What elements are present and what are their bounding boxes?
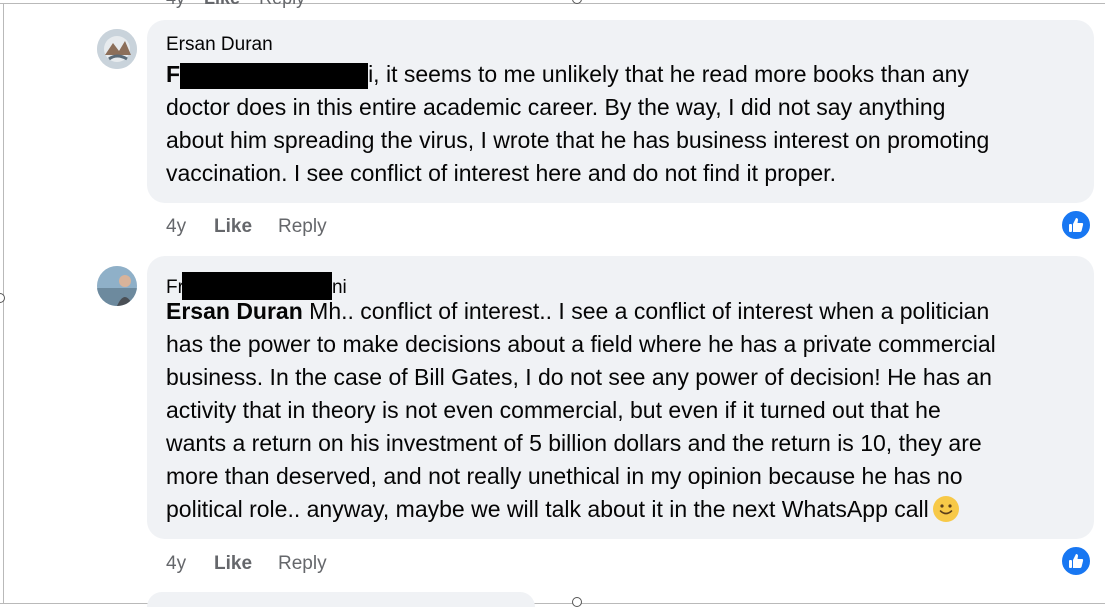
- frame-left-line: [3, 3, 4, 603]
- previous-comment-age: 4y: [166, 0, 185, 8]
- smiley-emoji-icon: [932, 496, 959, 522]
- mentioned-user[interactable]: F: [166, 61, 369, 89]
- previous-like-button[interactable]: Like: [204, 0, 240, 8]
- like-button[interactable]: Like: [214, 216, 278, 238]
- comment-line: activity that in theory is not even comm…: [166, 397, 941, 423]
- comment-thread: 4y Like Reply Ersan Duran Fi, it seems t…: [0, 0, 1105, 607]
- comment-line: political role.. anyway, maybe we will t…: [166, 493, 996, 526]
- comment-line: doctor does in this entire academic care…: [166, 94, 946, 120]
- comment-line: Fi, it seems to me unlikely that he read…: [166, 61, 969, 89]
- reply-button[interactable]: Reply: [278, 216, 327, 238]
- comment-line: wants a return on his investment of 5 bi…: [166, 430, 982, 456]
- thumbs-up-icon: [1069, 554, 1084, 568]
- comment-line: Ersan Duran Mh.. conflict of interest.. …: [166, 298, 990, 324]
- profile-photo-icon: [97, 29, 137, 69]
- resize-handle-bottom[interactable]: [572, 597, 582, 607]
- avatar[interactable]: [97, 29, 137, 69]
- avatar[interactable]: [97, 266, 137, 306]
- comment-line: business. In the case of Bill Gates, I d…: [166, 364, 992, 390]
- comment-line: vaccination. I see conflict of interest …: [166, 160, 836, 186]
- resize-handle-left[interactable]: [0, 293, 5, 303]
- previous-comment-actions: 4y Like Reply: [166, 0, 319, 9]
- comment-line: more than deserved, and not really uneth…: [166, 463, 963, 489]
- like-reaction-icon[interactable]: [1060, 545, 1092, 577]
- next-comment-bubble: [147, 592, 535, 607]
- like-reaction-icon[interactable]: [1060, 209, 1092, 241]
- profile-photo-icon: [97, 266, 137, 306]
- comment-age[interactable]: 4y: [166, 553, 214, 575]
- comment-actions: 4y Like Reply: [166, 216, 327, 238]
- comment-age[interactable]: 4y: [166, 216, 214, 238]
- redaction-box: [180, 62, 369, 89]
- reply-button[interactable]: Reply: [278, 553, 327, 575]
- like-button[interactable]: Like: [214, 553, 278, 575]
- comment-line: about him spreading the virus, I wrote t…: [166, 127, 990, 153]
- previous-reply-button[interactable]: Reply: [259, 0, 305, 8]
- comment-line: has the power to make decisions about a …: [166, 331, 996, 357]
- comment-text: Ersan Duran Mh.. conflict of interest.. …: [166, 295, 996, 526]
- comment-actions: 4y Like Reply: [166, 553, 327, 575]
- thumbs-up-icon: [1069, 218, 1084, 232]
- comment-text: Fi, it seems to me unlikely that he read…: [166, 58, 989, 190]
- comment-author[interactable]: Ersan Duran: [166, 34, 273, 56]
- mentioned-user[interactable]: Ersan Duran: [166, 298, 303, 324]
